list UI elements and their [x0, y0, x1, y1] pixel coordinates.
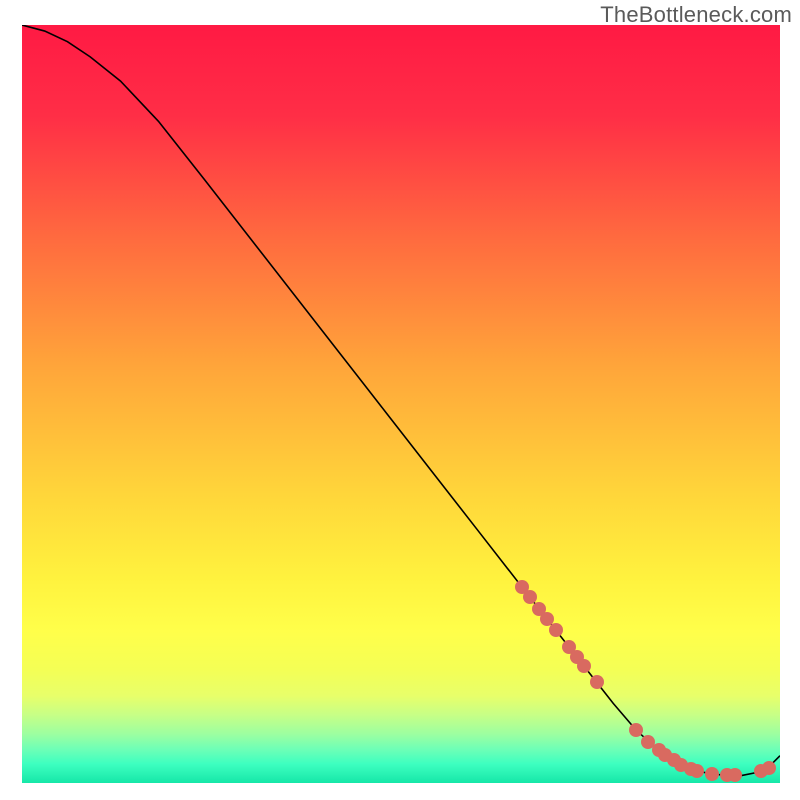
data-point: [590, 675, 604, 689]
curve-layer: [22, 25, 780, 783]
chart-stage: TheBottleneck.com: [0, 0, 800, 800]
data-point: [728, 768, 742, 782]
data-point: [690, 764, 704, 778]
plot-area: [22, 25, 780, 783]
watermark-text: TheBottleneck.com: [600, 2, 792, 28]
data-point: [629, 723, 643, 737]
bottleneck-curve: [22, 25, 780, 775]
data-point: [549, 623, 563, 637]
data-point: [762, 761, 776, 775]
data-point: [705, 767, 719, 781]
